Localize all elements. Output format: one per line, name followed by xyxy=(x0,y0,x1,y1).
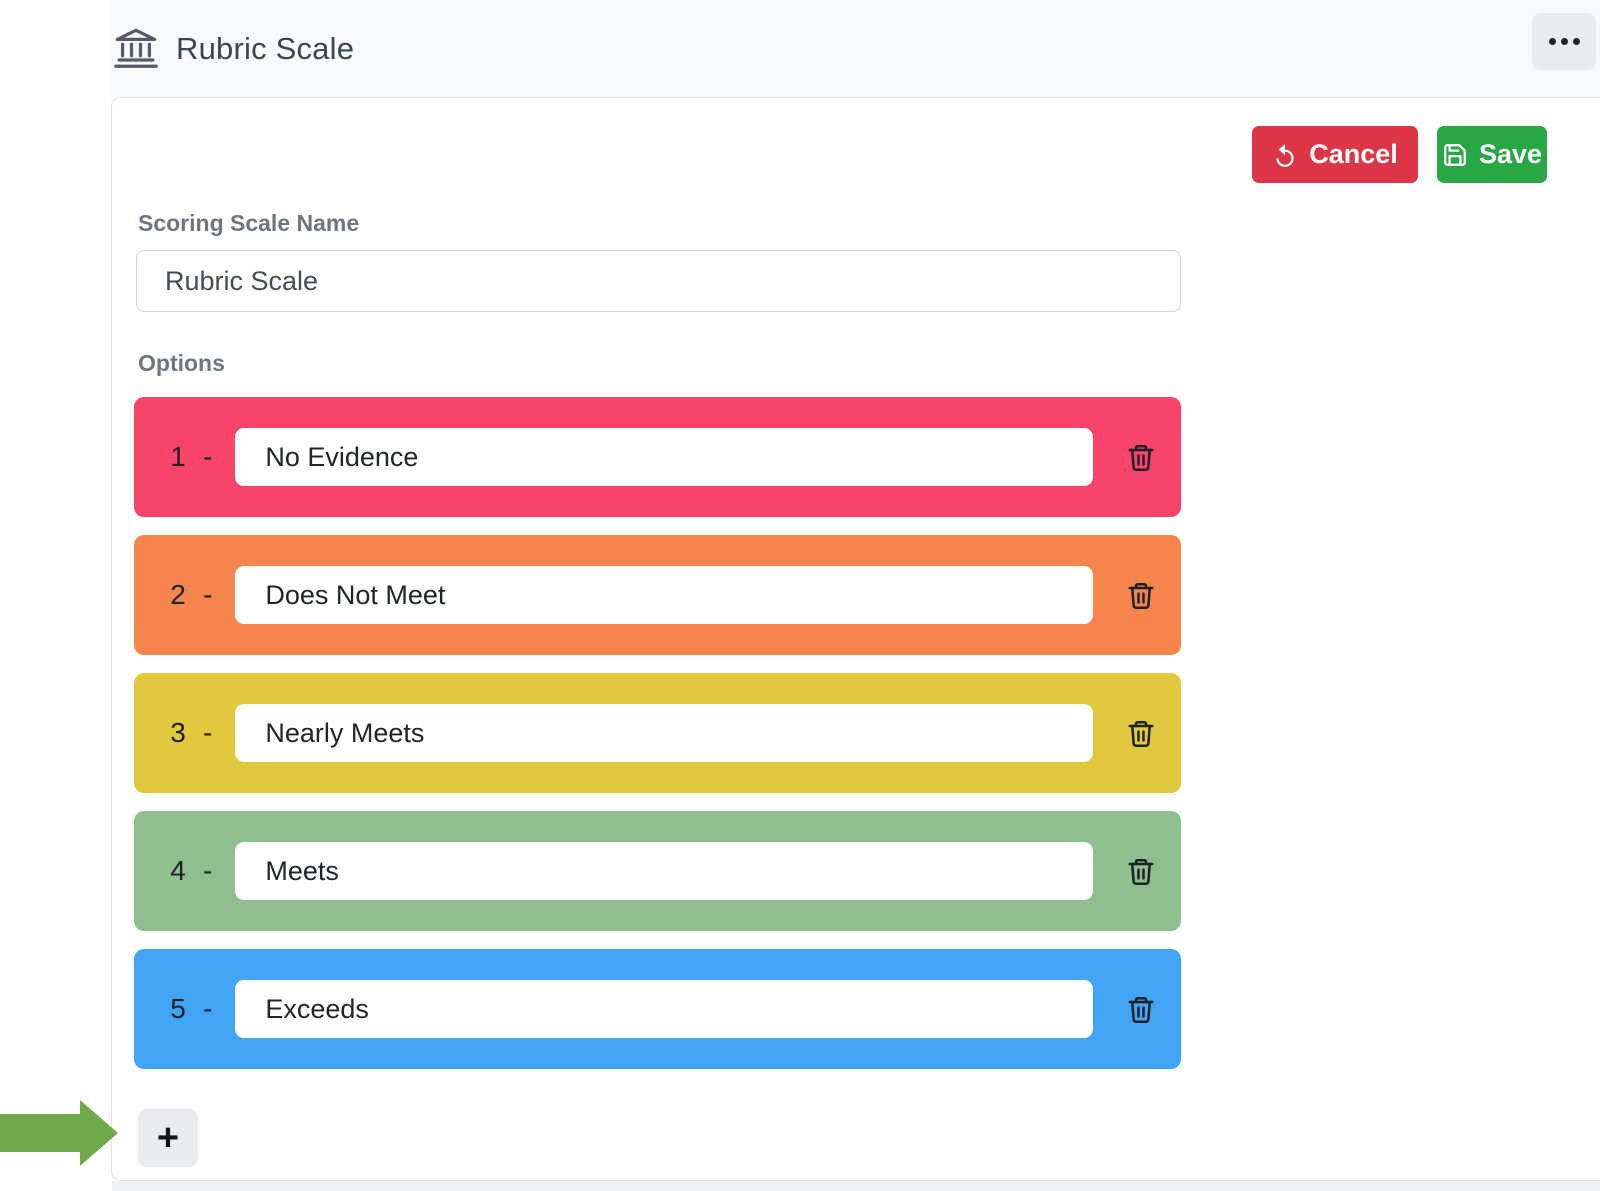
option-label-input[interactable] xyxy=(235,842,1093,900)
option-number: 5 xyxy=(170,993,186,1025)
delete-option-button[interactable] xyxy=(1126,717,1156,750)
ellipsis-icon xyxy=(1549,38,1580,45)
bank-icon xyxy=(113,26,159,72)
option-number: 1 xyxy=(170,441,186,473)
options-list: 1 - 2 - xyxy=(134,397,1181,1087)
save-icon xyxy=(1442,142,1468,168)
option-separator: - xyxy=(203,855,212,887)
cancel-button-label: Cancel xyxy=(1309,139,1398,170)
option-separator: - xyxy=(203,717,212,749)
page: Rubric Scale Cancel xyxy=(0,0,1600,1191)
option-row: 5 - xyxy=(134,949,1181,1069)
trash-icon xyxy=(1126,855,1156,888)
trash-icon xyxy=(1126,717,1156,750)
panel-header: Rubric Scale xyxy=(110,0,1600,97)
scale-name-input[interactable] xyxy=(136,250,1181,312)
save-button-label: Save xyxy=(1479,139,1542,170)
option-label-input[interactable] xyxy=(235,980,1093,1038)
delete-option-button[interactable] xyxy=(1126,855,1156,888)
trash-icon xyxy=(1126,993,1156,1026)
scale-editor-card: Cancel Save Scoring Scale Name Options 1… xyxy=(111,97,1600,1181)
page-background-strip xyxy=(112,1181,1600,1191)
option-row: 2 - xyxy=(134,535,1181,655)
option-label-input[interactable] xyxy=(235,566,1093,624)
option-number: 2 xyxy=(170,579,186,611)
cancel-button[interactable]: Cancel xyxy=(1252,126,1418,183)
option-row: 3 - xyxy=(134,673,1181,793)
option-label-input[interactable] xyxy=(235,428,1093,486)
delete-option-button[interactable] xyxy=(1126,993,1156,1026)
option-separator: - xyxy=(203,579,212,611)
option-separator: - xyxy=(203,441,212,473)
option-row: 4 - xyxy=(134,811,1181,931)
action-buttons: Cancel Save xyxy=(1252,126,1547,183)
more-options-button[interactable] xyxy=(1532,13,1596,70)
option-number: 3 xyxy=(170,717,186,749)
page-title: Rubric Scale xyxy=(176,31,354,67)
save-button[interactable]: Save xyxy=(1437,126,1547,183)
trash-icon xyxy=(1126,441,1156,474)
add-option-button[interactable]: + xyxy=(138,1109,198,1167)
annotation-arrow-icon xyxy=(0,1100,118,1166)
trash-icon xyxy=(1126,579,1156,612)
option-label-input[interactable] xyxy=(235,704,1093,762)
option-number: 4 xyxy=(170,855,186,887)
undo-icon xyxy=(1272,142,1298,168)
delete-option-button[interactable] xyxy=(1126,579,1156,612)
option-separator: - xyxy=(203,993,212,1025)
option-row: 1 - xyxy=(134,397,1181,517)
scale-name-label: Scoring Scale Name xyxy=(138,210,359,237)
delete-option-button[interactable] xyxy=(1126,441,1156,474)
options-label: Options xyxy=(138,350,225,377)
